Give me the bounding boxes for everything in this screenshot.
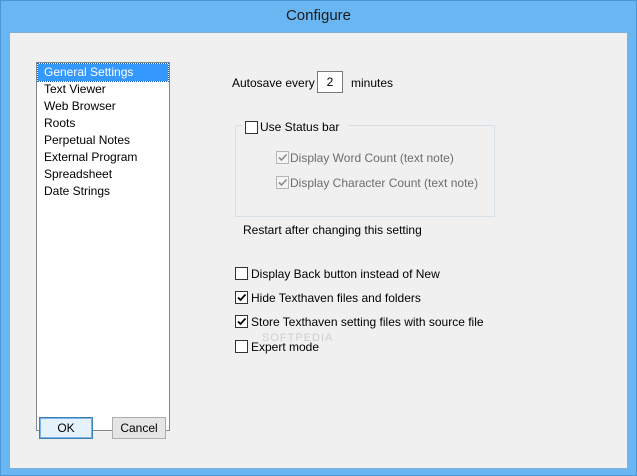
checkmark-icon: [278, 153, 288, 162]
autosave-label: Autosave every: [232, 76, 315, 90]
use-status-bar-checkbox[interactable]: [245, 121, 258, 134]
back-button-option-label: Display Back button instead of New: [251, 267, 440, 281]
word-count-checkbox: [276, 151, 289, 164]
char-count-label: Display Character Count (text note): [290, 176, 479, 190]
autosave-unit-label: minutes: [351, 76, 394, 90]
title-bar[interactable]: Configure: [1, 1, 636, 33]
list-item-date-strings[interactable]: Date Strings: [38, 183, 168, 200]
window-title: Configure: [285, 7, 352, 24]
use-status-bar-label: Use Status bar: [260, 120, 340, 134]
autosave-minutes-input[interactable]: 2: [317, 71, 343, 93]
configure-window: Configure General Settings Text Viewer W…: [0, 0, 637, 476]
store-settings-option-checkbox[interactable]: [235, 315, 248, 328]
expert-mode-checkbox[interactable]: [235, 340, 248, 353]
list-item-web-browser[interactable]: Web Browser: [38, 98, 168, 115]
store-settings-option-label: Store Texthaven setting files with sourc…: [251, 315, 484, 329]
dialog-body: General Settings Text Viewer Web Browser…: [9, 32, 628, 469]
list-item-external-program[interactable]: External Program: [38, 149, 168, 166]
list-item-text-viewer[interactable]: Text Viewer: [38, 81, 168, 98]
back-button-option-checkbox[interactable]: [235, 267, 248, 280]
list-item-spreadsheet[interactable]: Spreadsheet: [38, 166, 168, 183]
list-item-general-settings[interactable]: General Settings: [37, 63, 169, 82]
cancel-button[interactable]: Cancel: [112, 417, 166, 439]
checkmark-icon: [278, 178, 288, 187]
category-list[interactable]: General Settings Text Viewer Web Browser…: [36, 62, 170, 431]
checkmark-icon: [237, 317, 247, 326]
list-item-perpetual-notes[interactable]: Perpetual Notes: [38, 132, 168, 149]
list-item-roots[interactable]: Roots: [38, 115, 168, 132]
restart-note: Restart after changing this setting: [243, 223, 422, 237]
ok-button[interactable]: OK: [39, 417, 93, 439]
watermark: SOFTPEDIA: [262, 332, 334, 344]
status-bar-group: [235, 125, 495, 217]
char-count-checkbox: [276, 176, 289, 189]
word-count-label: Display Word Count (text note): [290, 151, 454, 165]
checkmark-icon: [237, 293, 247, 302]
hide-files-option-checkbox[interactable]: [235, 291, 248, 304]
hide-files-option-label: Hide Texthaven files and folders: [251, 291, 421, 305]
